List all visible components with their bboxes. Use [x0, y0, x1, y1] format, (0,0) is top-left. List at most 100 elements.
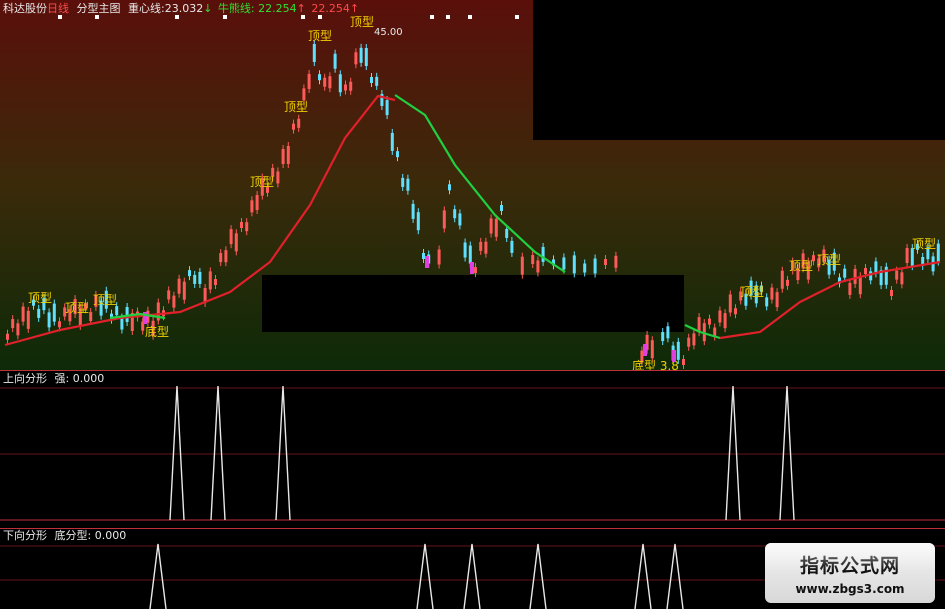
candle-body [448, 184, 451, 191]
candle-body [562, 257, 566, 270]
panel3-value: 0.000 [94, 529, 127, 542]
candle-body [936, 243, 940, 262]
candle-body [437, 249, 441, 265]
candle-body [541, 246, 545, 262]
top-fractal-label: 顶型 [250, 175, 274, 189]
candle-body [874, 261, 878, 274]
candle-body [120, 317, 124, 330]
upward-fractal-panel[interactable]: 上向分形 强: 0.000 [0, 370, 945, 528]
candle-body [115, 306, 119, 316]
candle-body [359, 47, 363, 63]
candle-body [650, 340, 654, 359]
magenta-signal-mark [643, 344, 647, 356]
candle-body [224, 250, 228, 263]
top-fractal-label: 顶型 [350, 15, 374, 29]
magenta-signal-mark [425, 256, 429, 268]
candle-body [718, 310, 722, 323]
candle-body [770, 287, 774, 300]
downward-spikes [149, 543, 684, 609]
candle-body [661, 332, 665, 342]
panel2-value: 0.000 [72, 372, 105, 385]
candle-body [666, 326, 670, 339]
candle-body [474, 267, 477, 274]
candle-body [853, 268, 857, 284]
candle-body [676, 341, 680, 360]
top-fractal-label: 顶型 [93, 293, 117, 307]
bullbear-arrow-2: ↑ [349, 2, 360, 15]
candle-body [234, 233, 238, 252]
chart-window: 顶型 顶型 顶型 顶型 顶型 顶型 顶型 顶型 顶型 顶型 顶型 底型 底型 3.8 45.00 科达股份… [0, 0, 945, 609]
candle-body [172, 295, 176, 308]
candle-body [864, 268, 867, 274]
bullbear-arrow-1: ↑ [296, 2, 306, 15]
candle-body [572, 255, 576, 274]
fractal-spike [529, 543, 547, 609]
candle-body [697, 317, 701, 333]
candle-body [869, 271, 873, 281]
upward-fractal-chart[interactable] [0, 370, 945, 528]
candle-body [52, 303, 56, 322]
candle-body [344, 84, 347, 91]
panel3-label: 底分型: [54, 529, 92, 542]
candle-body [286, 146, 290, 164]
candle-body [858, 276, 862, 295]
candle-body [26, 310, 30, 329]
candle-body [354, 52, 358, 65]
candle-body [723, 313, 727, 329]
signal-marker [446, 15, 450, 19]
candle-body [255, 194, 259, 210]
candle-body [297, 118, 301, 128]
candle-body [416, 212, 420, 231]
candle-body [385, 100, 389, 116]
panel2-name: 上向分形 [3, 372, 47, 385]
main-price-panel[interactable]: 顶型 顶型 顶型 顶型 顶型 顶型 顶型 顶型 顶型 顶型 顶型 底型 底型 3.8 45.00 科达股份… [0, 0, 945, 373]
bottom-fractal-label-extra: 底型 3.8 [632, 358, 679, 370]
fractal-spike [149, 543, 167, 609]
fractal-spike [416, 543, 434, 609]
candle-body [895, 270, 899, 280]
candle-body [458, 213, 462, 226]
candle-body [520, 256, 524, 275]
bottom-fractal-label: 底型 [145, 324, 169, 339]
candle-body [884, 266, 888, 285]
stock-name: 科达股份 [3, 2, 47, 15]
candle-body [188, 270, 191, 277]
candle-body [307, 73, 311, 89]
candle-body [411, 203, 415, 219]
candle-body [422, 253, 425, 259]
candle-body [229, 229, 233, 245]
candle-body [843, 268, 847, 278]
signal-marker [515, 15, 519, 19]
top-fractal-label: 顶型 [912, 237, 936, 251]
fractal-spike [275, 385, 291, 521]
magenta-signal-mark [672, 350, 676, 362]
candle-body [312, 43, 316, 62]
candle-body [338, 74, 342, 93]
fractal-spike [725, 385, 741, 521]
candle-body [281, 149, 285, 165]
candle-body [323, 77, 327, 87]
watermark-logo: 指标公式网 www.zbgs3.com [765, 543, 935, 603]
candle-body [510, 240, 514, 253]
candle-body [401, 177, 405, 187]
candle-body [468, 245, 472, 264]
bullbear-label: 牛熊线: [217, 2, 255, 15]
signal-marker [468, 15, 472, 19]
main-header: 科达股份日线 分型主图 重心线:23.032↓ 牛熊线: 22.254↑ 22.… [3, 2, 359, 16]
period-label: 日线 [47, 2, 69, 15]
candle-body [396, 151, 399, 158]
candle-body [37, 308, 41, 318]
candle-body [531, 255, 535, 265]
candle-body [593, 258, 597, 274]
candle-body [614, 255, 618, 268]
candle-body [240, 222, 243, 228]
candle-body [505, 228, 509, 238]
indicator-name: 分型主图 [76, 2, 121, 15]
candle-body [728, 294, 732, 313]
candle-body [302, 88, 306, 101]
black-block-center [262, 275, 684, 332]
price-chart[interactable]: 顶型顶型顶型顶型顶型顶型顶型顶型顶型 顶型顶型底型底型 3.845.00 [0, 0, 945, 373]
candle-body [11, 319, 15, 329]
candle-body [442, 210, 446, 229]
candle-body [167, 290, 171, 300]
